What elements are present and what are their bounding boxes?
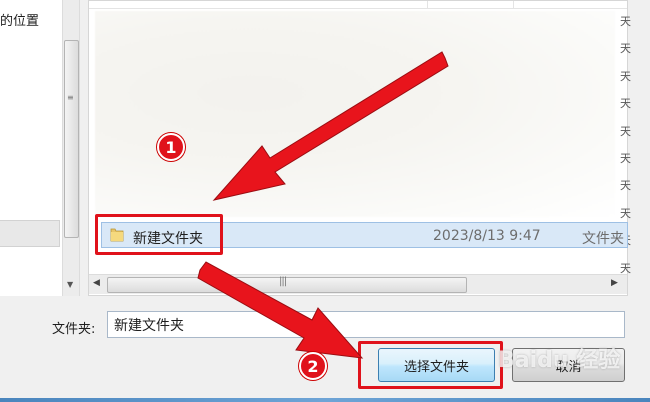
scroll-down-arrow-icon[interactable]: ▼ xyxy=(67,280,73,289)
nav-vertical-scrollbar[interactable]: ≡ ▼ xyxy=(62,0,80,296)
nav-selected-item[interactable] xyxy=(0,220,60,247)
file-type: 文件夹 xyxy=(582,231,624,247)
folder-name-input[interactable] xyxy=(107,311,625,338)
highlight-box-button xyxy=(358,341,503,389)
horizontal-scroll-thumb[interactable] xyxy=(107,277,467,293)
column-separator[interactable] xyxy=(513,1,514,9)
blurred-file-list xyxy=(95,11,615,217)
step-2-badge: 2 xyxy=(299,352,327,380)
file-date: 2023/8/13 9:47 xyxy=(433,228,541,244)
column-header[interactable] xyxy=(89,1,627,9)
grip-icon: ||| xyxy=(279,276,287,287)
step-1-badge: 1 xyxy=(157,133,185,161)
horizontal-scrollbar[interactable]: ◀ ||| ▶ xyxy=(89,274,627,294)
nav-location-label[interactable]: 的位置 xyxy=(0,10,39,29)
navigation-pane: 的位置 xyxy=(0,0,62,296)
watermark: Baidu 经验 xyxy=(498,348,621,373)
scroll-left-arrow-icon[interactable]: ◀ xyxy=(93,278,100,288)
nav-scroll-thumb[interactable] xyxy=(64,40,79,238)
scroll-right-arrow-icon[interactable]: ▶ xyxy=(611,278,618,288)
folder-field-label: 文件夹: xyxy=(52,322,96,337)
column-separator[interactable] xyxy=(427,1,428,9)
grip-icon: ≡ xyxy=(67,93,74,102)
highlight-box-folder xyxy=(95,214,223,255)
taskbar-edge xyxy=(0,398,650,402)
